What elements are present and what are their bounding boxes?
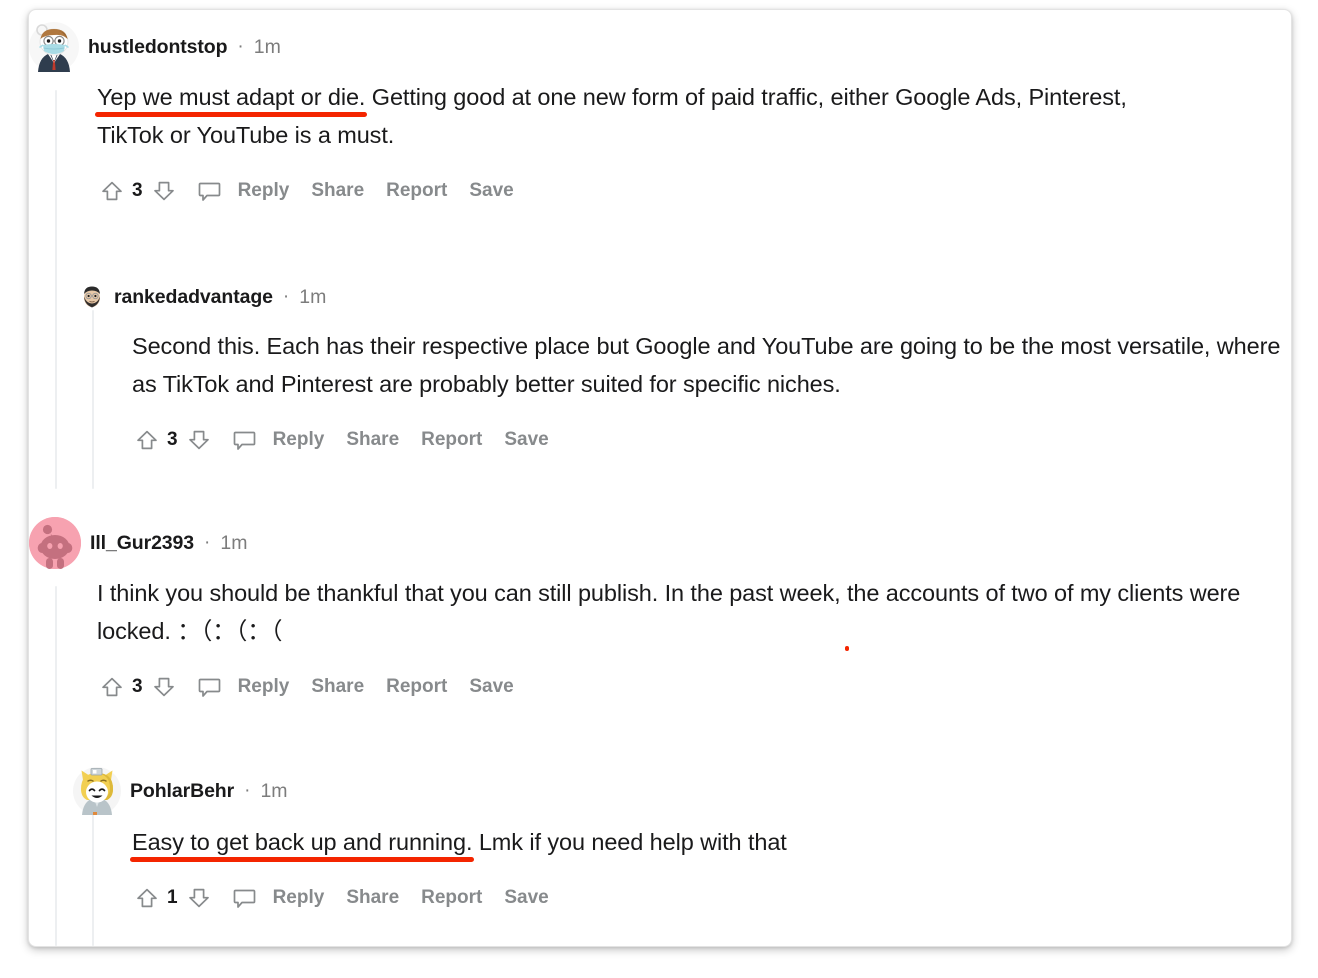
separator-dot: · (244, 780, 251, 801)
pink-snoo-avatar[interactable] (29, 517, 81, 569)
upvote-arrow-icon[interactable] (132, 425, 162, 455)
report-button[interactable]: Report (421, 429, 482, 451)
separator-dot: · (204, 532, 211, 553)
share-button[interactable]: Share (346, 429, 399, 451)
comment-rankedadvantage: rankedadvantage · 1m Second this. Each h… (29, 280, 1291, 455)
vote-score: 3 (167, 429, 178, 450)
report-button[interactable]: Report (421, 887, 482, 909)
comment-header: PohlarBehr · 1m (73, 767, 1291, 815)
comment-timestamp: 1m (253, 35, 281, 58)
comment-username[interactable]: Ill_Gur2393 (90, 532, 194, 555)
comment-username[interactable]: hustledontstop (88, 36, 228, 59)
comment-pohlarbehr: PohlarBehr · 1m Easy to get back up and … (29, 767, 1291, 913)
comment-timestamp: 1m (260, 779, 288, 802)
share-button[interactable]: Share (311, 676, 364, 698)
vote-score: 1 (167, 887, 178, 908)
comment-body: Second this. Each has their respective p… (132, 327, 1284, 403)
downvote-arrow-icon[interactable] (149, 176, 179, 206)
report-button[interactable]: Report (386, 180, 447, 202)
snoo-cat-hood-avatar[interactable] (73, 767, 121, 815)
comment-header: hustledontstop · 1m (29, 22, 1291, 72)
comment-header: rankedadvantage · 1m (79, 280, 1291, 314)
comment-hustledontstop: hustledontstop · 1m Yep we must adapt or… (29, 22, 1291, 206)
upvote-arrow-icon[interactable] (97, 672, 127, 702)
memoji-bearded-face-avatar[interactable] (79, 284, 105, 310)
downvote-arrow-icon[interactable] (184, 425, 214, 455)
downvote-arrow-icon[interactable] (184, 883, 214, 913)
comment-action-bar: 3 Reply Share Report Save (132, 425, 1291, 455)
separator-dot: · (237, 36, 244, 57)
comment-timestamp: 1m (220, 531, 248, 554)
reply-button[interactable]: Reply (273, 429, 325, 451)
comment-action-bar: 3 Reply Share Report Save (97, 176, 1291, 206)
comment-bubble-icon[interactable] (195, 176, 225, 206)
comment-body: I think you should be thankful that you … (97, 574, 1282, 650)
comment-body-pre: Second this. Each has their respective p… (132, 333, 1281, 397)
comment-action-bar: 1 Reply Share Report Save (132, 883, 1291, 913)
comment-bubble-icon[interactable] (195, 672, 225, 702)
save-button[interactable]: Save (504, 887, 548, 909)
separator-dot: · (282, 286, 290, 307)
comment-thread-card: hustledontstop · 1m Yep we must adapt or… (28, 9, 1292, 947)
comment-bubble-icon[interactable] (230, 883, 260, 913)
comment-body-post: ：（：（：（ (170, 618, 283, 644)
reply-button[interactable]: Reply (273, 887, 325, 909)
comment-body-highlight: Yep we must adapt or die. (97, 84, 366, 110)
share-button[interactable]: Share (311, 180, 364, 202)
comment-body-post: Lmk if you need help with that (472, 829, 787, 855)
comment-body: Easy to get back up and running. Lmk if … (132, 823, 1272, 861)
save-button[interactable]: Save (469, 180, 513, 202)
comment-body-pre: I think you should be thankful that you … (97, 580, 847, 606)
comment-timestamp: 1m (299, 285, 327, 308)
vote-score: 3 (132, 676, 143, 697)
screenshot-root: hustledontstop · 1m Yep we must adapt or… (0, 0, 1318, 978)
reply-button[interactable]: Reply (238, 180, 290, 202)
comment-action-bar: 3 Reply Share Report Save (97, 672, 1291, 702)
upvote-arrow-icon[interactable] (97, 176, 127, 206)
comment-body-highlight: Easy to get back up and running. (132, 829, 473, 855)
comment-username[interactable]: rankedadvantage (114, 286, 273, 309)
share-button[interactable]: Share (346, 887, 399, 909)
comment-body: Yep we must adapt or die. Getting good a… (97, 78, 1187, 154)
report-button[interactable]: Report (386, 676, 447, 698)
upvote-arrow-icon[interactable] (132, 883, 162, 913)
vote-score: 3 (132, 180, 143, 201)
comment-ill-gur2393: Ill_Gur2393 · 1m I think you should be t… (29, 517, 1291, 702)
save-button[interactable]: Save (504, 429, 548, 451)
comment-username[interactable]: PohlarBehr (130, 780, 234, 803)
comment-header: Ill_Gur2393 · 1m (29, 517, 1291, 569)
downvote-arrow-icon[interactable] (149, 672, 179, 702)
comment-bubble-icon[interactable] (230, 425, 260, 455)
reply-button[interactable]: Reply (238, 676, 290, 698)
snoo-suit-mask-avatar[interactable] (29, 22, 79, 72)
save-button[interactable]: Save (469, 676, 513, 698)
